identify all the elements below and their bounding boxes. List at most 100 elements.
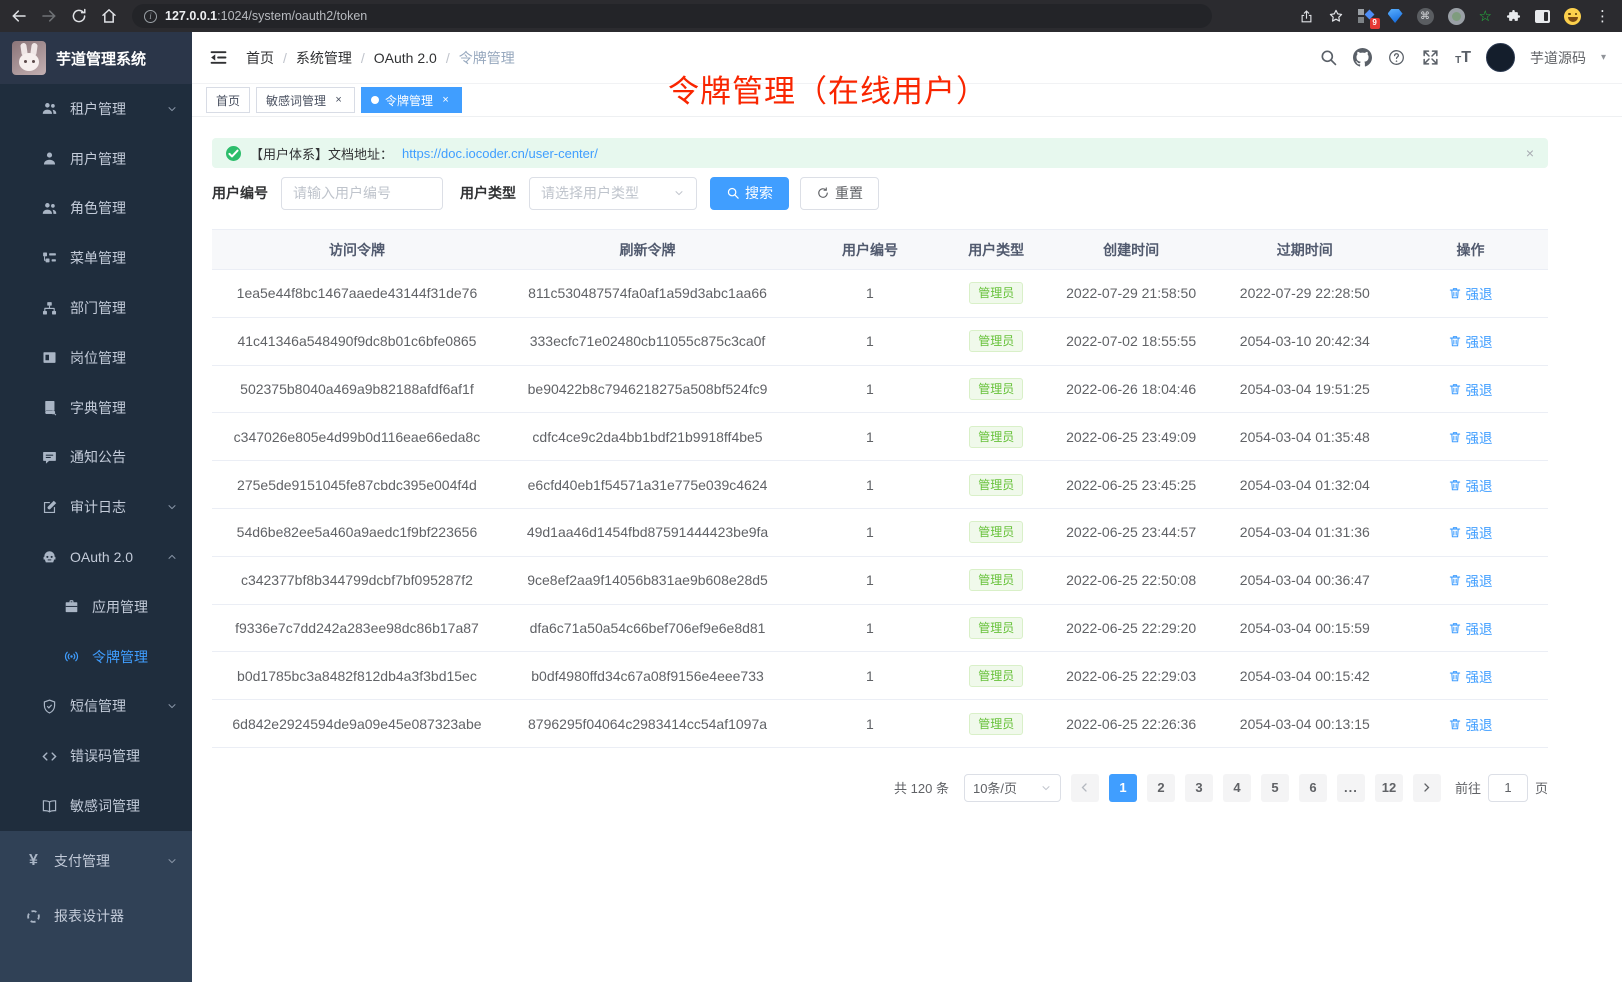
sidebar-item-errcode[interactable]: 错误码管理 bbox=[0, 731, 192, 781]
dictionary-icon bbox=[41, 399, 58, 416]
user-type-cell: 管理员 bbox=[947, 713, 1046, 735]
site-info-icon[interactable]: i bbox=[144, 10, 157, 23]
font-size-icon[interactable]: TT bbox=[1455, 50, 1471, 66]
chevron-left-icon bbox=[1078, 781, 1091, 794]
tab-token[interactable]: 令牌管理 × bbox=[361, 87, 462, 113]
tab-close-icon[interactable]: × bbox=[332, 94, 345, 107]
page-button-6[interactable]: 6 bbox=[1299, 774, 1327, 802]
breadcrumb-item: 首页 / bbox=[246, 48, 287, 68]
home-icon[interactable] bbox=[100, 7, 118, 25]
sidebar-item-oauth2-token[interactable]: 令牌管理 bbox=[0, 632, 192, 682]
user-type-select[interactable]: 请选择用户类型 bbox=[529, 177, 697, 210]
tab-sensitive[interactable]: 敏感词管理 × bbox=[256, 87, 355, 113]
sidebar-item-label: 字典管理 bbox=[70, 398, 126, 418]
page-button-1-active[interactable]: 1 bbox=[1109, 774, 1137, 802]
sidebar-toggle-icon[interactable] bbox=[1535, 10, 1550, 23]
force-logout-button[interactable]: 强退 bbox=[1448, 331, 1492, 351]
table-row: 275e5de9151045fe87cbdc395e004f4d e6cfd40… bbox=[212, 461, 1548, 509]
chevron-down-icon[interactable]: ▾ bbox=[1601, 52, 1606, 63]
chevron-up-icon bbox=[166, 551, 178, 563]
force-logout-button[interactable]: 强退 bbox=[1448, 379, 1492, 399]
forward-icon[interactable] bbox=[40, 7, 58, 25]
sidebar-item-tenant[interactable]: 租户管理 bbox=[0, 84, 192, 134]
help-icon[interactable] bbox=[1387, 48, 1406, 67]
tags-view-bar: 首页 敏感词管理 × 令牌管理 × bbox=[192, 84, 1622, 117]
extension-command-icon[interactable]: ⌘ bbox=[1417, 8, 1434, 25]
force-logout-button[interactable]: 强退 bbox=[1448, 570, 1492, 590]
extension-gem-icon[interactable] bbox=[1388, 9, 1403, 23]
sidebar-item-notice[interactable]: 通知公告 bbox=[0, 433, 192, 483]
tab-home[interactable]: 首页 bbox=[206, 87, 250, 113]
share-icon[interactable] bbox=[1299, 9, 1314, 24]
sidebar-fold-icon[interactable] bbox=[208, 47, 229, 68]
page-button-2[interactable]: 2 bbox=[1147, 774, 1175, 802]
force-logout-button[interactable]: 强退 bbox=[1448, 475, 1492, 495]
force-logout-button[interactable]: 强退 bbox=[1448, 666, 1492, 686]
table-row: c342377bf8b344799dcbf7bf095287f2 9ce8ef2… bbox=[212, 557, 1548, 605]
chevron-right-icon bbox=[1420, 781, 1433, 794]
expire-time-cell: 2054-03-04 00:36:47 bbox=[1217, 572, 1393, 588]
extension-star-icon[interactable]: ☆ bbox=[1479, 9, 1492, 24]
back-icon[interactable] bbox=[10, 7, 28, 25]
github-icon[interactable] bbox=[1353, 48, 1372, 67]
yen-icon: ¥ bbox=[25, 853, 42, 870]
goto-page-input[interactable] bbox=[1488, 774, 1528, 802]
user-type-badge: 管理员 bbox=[969, 617, 1023, 639]
bookmark-star-icon[interactable] bbox=[1328, 8, 1344, 24]
extension-puzzle-icon[interactable] bbox=[1506, 9, 1521, 24]
tab-close-icon[interactable]: × bbox=[439, 94, 452, 107]
browser-menu-icon[interactable]: ⋮ bbox=[1595, 9, 1610, 24]
search-button[interactable]: 搜索 bbox=[710, 177, 789, 210]
force-logout-button[interactable]: 强退 bbox=[1448, 714, 1492, 734]
user-id-input[interactable] bbox=[281, 177, 443, 210]
sidebar-item-dict[interactable]: 字典管理 bbox=[0, 383, 192, 433]
page-size-select[interactable]: 10条/页 bbox=[964, 774, 1061, 802]
sidebar-item-pay[interactable]: ¥ 支付管理 bbox=[0, 834, 192, 889]
next-page-button[interactable] bbox=[1413, 774, 1441, 802]
avatar[interactable] bbox=[1486, 43, 1515, 72]
user-id-cell: 1 bbox=[793, 285, 947, 301]
sidebar-item-sms[interactable]: 短信管理 bbox=[0, 682, 192, 732]
sidebar-item-audit[interactable]: 审计日志 bbox=[0, 482, 192, 532]
table-row: 502375b8040a469a9b82188afdf6af1f be90422… bbox=[212, 366, 1548, 414]
sidebar-item-menu[interactable]: 菜单管理 bbox=[0, 233, 192, 283]
page-button-3[interactable]: 3 bbox=[1185, 774, 1213, 802]
username[interactable]: 芋道源码 bbox=[1530, 48, 1586, 68]
emoji-extension-icon[interactable] bbox=[1564, 8, 1581, 25]
user-type-cell: 管理员 bbox=[947, 521, 1046, 543]
search-icon[interactable] bbox=[1319, 48, 1338, 67]
extension-blocks-icon[interactable]: 9 bbox=[1358, 8, 1374, 24]
sidebar-item-role[interactable]: 角色管理 bbox=[0, 184, 192, 234]
sidebar-item-report[interactable]: 报表设计器 bbox=[0, 889, 192, 944]
app-logo[interactable]: 芋道管理系统 bbox=[0, 32, 192, 84]
force-logout-button[interactable]: 强退 bbox=[1448, 283, 1492, 303]
col-user-id: 用户编号 bbox=[793, 240, 947, 260]
force-logout-button[interactable]: 强退 bbox=[1448, 618, 1492, 638]
force-logout-button[interactable]: 强退 bbox=[1448, 427, 1492, 447]
sidebar-item-user[interactable]: 用户管理 bbox=[0, 134, 192, 184]
user-type-badge: 管理员 bbox=[969, 569, 1023, 591]
prev-page-button[interactable] bbox=[1071, 774, 1099, 802]
message-icon bbox=[41, 449, 58, 466]
page-button-5[interactable]: 5 bbox=[1261, 774, 1289, 802]
fullscreen-icon[interactable] bbox=[1421, 48, 1440, 67]
sidebar-item-oauth2-app[interactable]: 应用管理 bbox=[0, 582, 192, 632]
success-check-icon bbox=[226, 146, 241, 161]
sidebar-item-label: 应用管理 bbox=[92, 597, 148, 617]
reset-button[interactable]: 重置 bbox=[800, 177, 879, 210]
address-bar[interactable]: i 127.0.0.1:1024/system/oauth2/token bbox=[132, 4, 1212, 28]
reload-icon[interactable] bbox=[70, 7, 88, 25]
page-button-12[interactable]: 12 bbox=[1375, 774, 1403, 802]
sidebar-item-dept[interactable]: 部门管理 bbox=[0, 283, 192, 333]
alert-close-icon[interactable]: × bbox=[1526, 146, 1534, 160]
user-type-badge: 管理员 bbox=[969, 426, 1023, 448]
page-ellipsis-button[interactable]: ... bbox=[1337, 774, 1365, 802]
sidebar-item-post[interactable]: 岗位管理 bbox=[0, 333, 192, 383]
sidebar-item-sensitive[interactable]: 敏感词管理 bbox=[0, 781, 192, 831]
force-logout-button[interactable]: 强退 bbox=[1448, 522, 1492, 542]
doc-link[interactable]: https://doc.iocoder.cn/user-center/ bbox=[402, 146, 598, 161]
sidebar-item-oauth2[interactable]: OAuth 2.0 bbox=[0, 532, 192, 582]
access-token-cell: 502375b8040a469a9b82188afdf6af1f bbox=[212, 381, 502, 397]
page-button-4[interactable]: 4 bbox=[1223, 774, 1251, 802]
extension-dot-icon[interactable] bbox=[1448, 8, 1465, 25]
